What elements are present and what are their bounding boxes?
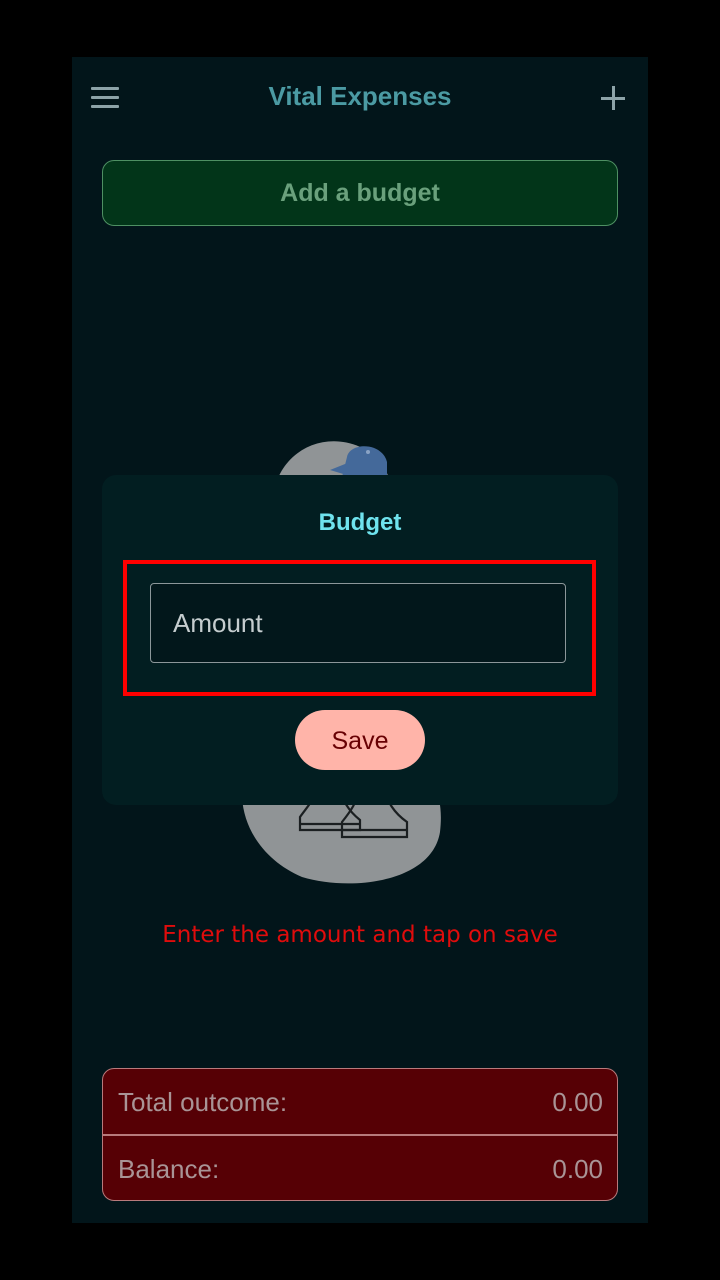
app-screen: Vital Expenses Add a budget Enter the am… [72,57,648,1223]
save-button[interactable]: Save [295,710,425,770]
budget-dialog: Budget Save [102,475,618,805]
amount-input[interactable] [150,583,566,663]
dialog-title: Budget [318,509,402,536]
